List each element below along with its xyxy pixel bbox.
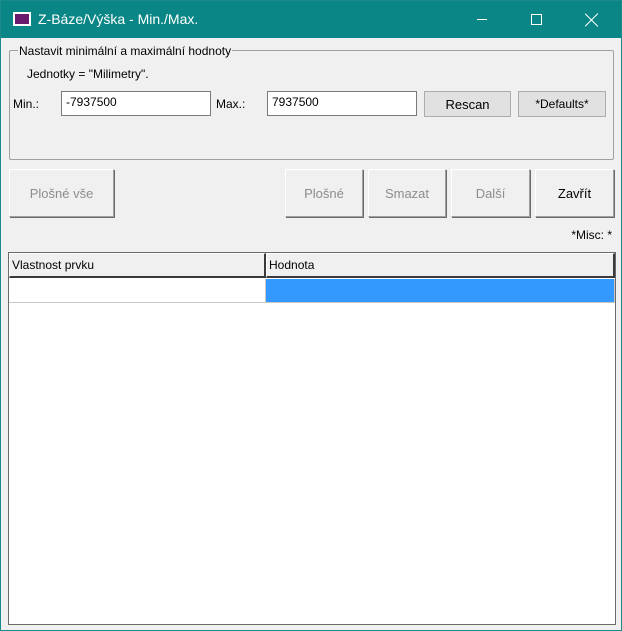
- dialog-window: Z-Báze/Výška - Min./Max. Nastavit minimá…: [0, 0, 622, 631]
- groupbox-legend: Nastavit minimální a maximální hodnoty: [18, 44, 233, 58]
- close-button[interactable]: [569, 1, 615, 38]
- zavrit-button[interactable]: Zavřít: [535, 169, 614, 217]
- plosne-vse-button[interactable]: Plošné vše: [9, 169, 114, 217]
- min-input[interactable]: -7937500: [61, 91, 211, 116]
- window-title: Z-Báze/Výška - Min./Max.: [38, 11, 199, 27]
- minimize-icon: [477, 19, 487, 20]
- smazat-button[interactable]: Smazat: [368, 169, 446, 217]
- min-label: Min.:: [13, 97, 40, 111]
- property-grid[interactable]: Vlastnost prvku Hodnota: [8, 252, 616, 625]
- rescan-button[interactable]: Rescan: [424, 91, 511, 117]
- close-icon: [585, 13, 599, 27]
- misc-label: *Misc: *: [571, 228, 612, 242]
- column-header-value[interactable]: Hodnota: [266, 253, 615, 278]
- maximize-button[interactable]: [513, 1, 559, 38]
- grid-cell-property[interactable]: [9, 279, 266, 303]
- grid-cell-value-selected[interactable]: [266, 279, 615, 303]
- app-window-icon: [13, 12, 31, 26]
- dalsi-button[interactable]: Další: [451, 169, 530, 217]
- defaults-button[interactable]: *Defaults*: [518, 91, 606, 117]
- max-label: Max.:: [216, 97, 246, 111]
- column-header-property[interactable]: Vlastnost prvku: [9, 253, 266, 278]
- minimize-button[interactable]: [459, 1, 505, 38]
- maximize-icon: [530, 14, 542, 25]
- max-input[interactable]: 7937500: [267, 91, 417, 116]
- title-bar[interactable]: Z-Báze/Výška - Min./Max.: [1, 1, 621, 38]
- units-label: Jednotky = "Milimetry".: [27, 67, 149, 81]
- plosne-button[interactable]: Plošné: [285, 169, 363, 217]
